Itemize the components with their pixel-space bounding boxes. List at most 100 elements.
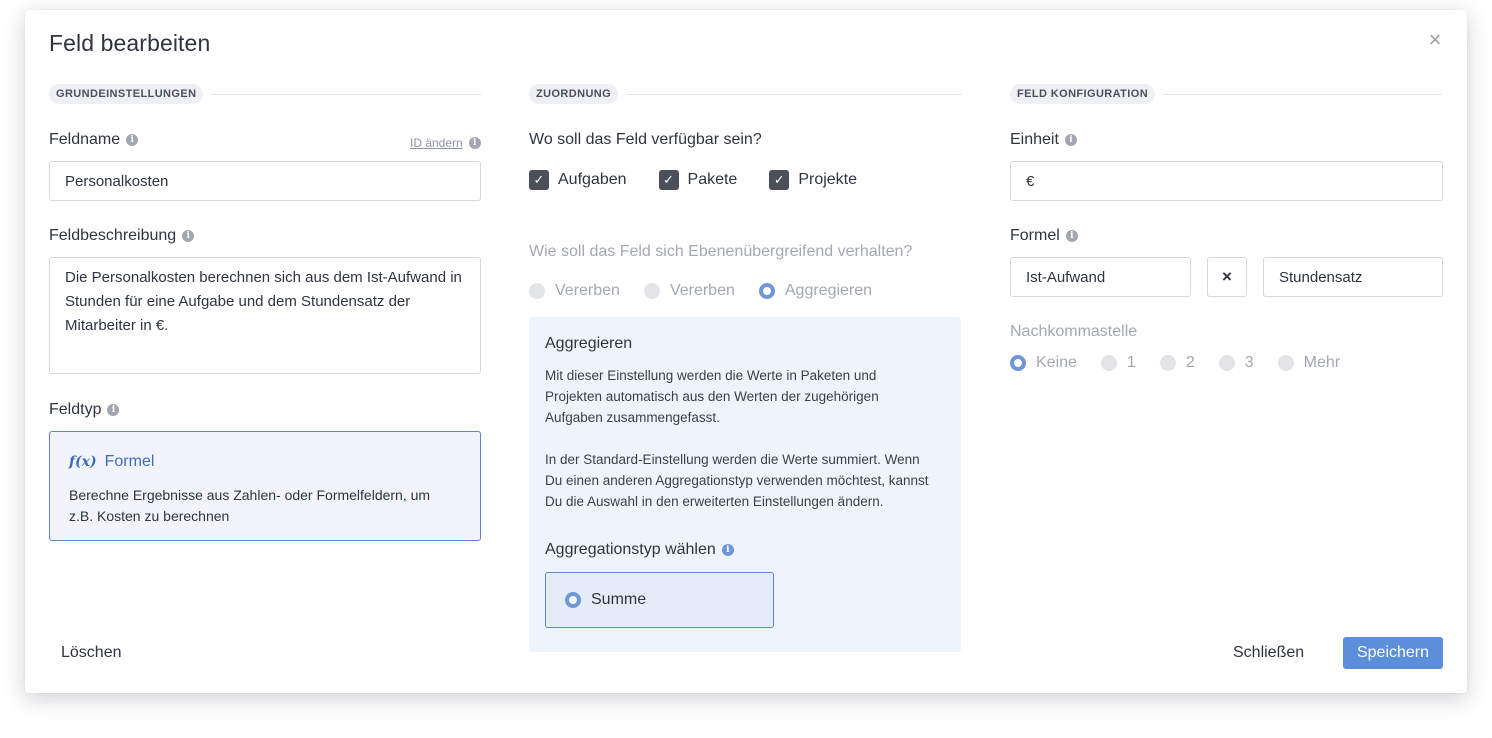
formula-label-text: Formel [1010, 227, 1060, 244]
fieldtype-label-text: Feldtyp [49, 401, 102, 418]
change-id-link[interactable]: ID ändern i [410, 136, 481, 150]
section-basic-settings: GRUNDEINSTELLUNGEN [49, 83, 481, 105]
check-icon[interactable]: ✓ [658, 170, 679, 190]
radio-label: Vererben [555, 282, 620, 299]
edit-field-dialog: Feld bearbeiten × GRUNDEINSTELLUNGEN ZUO… [25, 10, 1467, 693]
aggregate-panel-description: Mit dieser Einstellung werden die Werte … [545, 365, 935, 533]
section-config-label: FELD KONFIGURATION [1010, 84, 1156, 104]
radio-icon[interactable] [529, 283, 545, 299]
section-divider [1163, 93, 1442, 95]
description-label: Feldbeschreibung i [49, 227, 195, 245]
description-label-text: Feldbeschreibung [49, 227, 177, 244]
radio-icon[interactable] [1277, 355, 1294, 371]
decimals-label: Nachkommastelle [1010, 323, 1138, 340]
info-icon[interactable]: i [107, 404, 120, 416]
radio-icon[interactable] [1218, 355, 1235, 371]
radio-decimals-mehr[interactable]: Mehr [1277, 354, 1341, 372]
radio-selected-icon[interactable] [1010, 355, 1026, 371]
radio-label: Mehr [1303, 354, 1341, 371]
radio-vererben-2[interactable]: Vererben [643, 282, 735, 300]
fieldtype-card[interactable]: f(x) Formel Berechne Ergebnisse aus Zahl… [49, 431, 481, 541]
fieldname-input-value: Personalkosten [65, 172, 169, 190]
info-icon[interactable]: i [1065, 230, 1078, 242]
change-id-link-text[interactable]: ID ändern [410, 136, 463, 150]
info-icon[interactable]: i [182, 230, 195, 242]
info-icon[interactable]: i [1064, 134, 1077, 146]
fieldtype-title: f(x) Formel [69, 453, 154, 471]
radio-label: Aggregieren [784, 282, 873, 299]
radio-label: Keine [1036, 354, 1077, 371]
description-textarea[interactable]: Die Personalkosten berechnen sich aus de… [49, 257, 481, 374]
checkbox-projekte[interactable]: ✓ Projekte [769, 170, 857, 190]
checkbox-label: Aufgaben [558, 171, 627, 188]
checkbox-aufgaben[interactable]: ✓ Aufgaben [529, 170, 627, 190]
aggregate-info-panel: Aggregieren Mit dieser Einstellung werde… [529, 317, 961, 652]
section-divider [211, 93, 481, 95]
aggregation-type-label-text: Aggregationstyp wählen [545, 541, 716, 558]
fieldtype-description: Berechne Ergebnisse aus Zahlen- oder For… [69, 487, 431, 524]
formula-right-value: Stundensatz [1279, 268, 1363, 286]
radio-label: Vererben [669, 282, 735, 299]
aggregation-type-label: Aggregationstyp wählen i [545, 541, 734, 559]
section-basic-label: GRUNDEINSTELLUNGEN [49, 84, 204, 104]
fieldname-label: Feldname i [49, 131, 139, 149]
radio-vererben-1[interactable]: Vererben [529, 282, 620, 300]
checkbox-pakete[interactable]: ✓ Pakete [658, 170, 738, 190]
info-icon[interactable]: i [721, 544, 734, 556]
radio-label: 1 [1126, 354, 1136, 371]
radio-decimals-2[interactable]: 2 [1159, 354, 1195, 372]
close-button[interactable]: Schließen [1233, 644, 1304, 662]
formula-label: Formel i [1010, 227, 1078, 245]
formula-right-operand[interactable]: Stundensatz [1263, 257, 1443, 297]
formula-icon: f(x) [69, 454, 97, 470]
radio-selected-icon[interactable] [565, 592, 581, 608]
radio-icon[interactable] [1100, 355, 1117, 371]
aggregation-type-value: Summe [591, 591, 647, 608]
radio-decimals-keine[interactable]: Keine [1010, 354, 1077, 372]
close-icon[interactable]: × [1425, 29, 1445, 51]
fieldname-input[interactable]: Personalkosten [49, 161, 481, 201]
formula-left-operand[interactable]: Ist-Aufwand [1010, 257, 1191, 297]
multiply-operator-button[interactable]: × [1207, 257, 1247, 297]
unit-input-value: € [1026, 172, 1035, 190]
fieldtype-title-text: Formel [104, 453, 155, 470]
radio-aggregieren[interactable]: Aggregieren [758, 282, 873, 300]
section-divider [626, 93, 962, 95]
checkbox-label: Projekte [798, 171, 858, 188]
info-icon[interactable]: i [468, 137, 481, 149]
availability-question: Wo soll das Feld verfügbar sein? [529, 131, 762, 148]
aggregate-paragraph-2: In der Standard-Einstellung werden die W… [545, 452, 929, 509]
check-icon[interactable]: ✓ [529, 170, 549, 190]
aggregation-type-summe[interactable]: Summe [545, 572, 774, 628]
radio-icon[interactable] [1159, 355, 1176, 371]
availability-checkboxes: ✓ Aufgaben ✓ Pakete ✓ Projekte [529, 170, 889, 190]
aggregate-panel-title: Aggregieren [545, 335, 633, 352]
delete-button[interactable]: Löschen [61, 644, 122, 662]
formula-left-value: Ist-Aufwand [1026, 268, 1106, 286]
radio-label: 2 [1185, 354, 1195, 371]
fieldtype-label: Feldtyp i [49, 401, 120, 419]
aggregate-paragraph-1: Mit dieser Einstellung werden die Werte … [545, 368, 879, 425]
description-textarea-value: Die Personalkosten berechnen sich aus de… [65, 269, 462, 334]
unit-label: Einheit i [1010, 131, 1077, 149]
unit-label-text: Einheit [1010, 131, 1059, 148]
save-button[interactable]: Speichern [1343, 637, 1443, 669]
check-icon[interactable]: ✓ [769, 170, 790, 190]
info-icon[interactable]: i [126, 134, 139, 146]
section-field-config: FELD KONFIGURATION [1010, 83, 1442, 105]
decimals-radio-group: Keine 1 2 3 Mehr [1010, 354, 1364, 372]
dialog-title: Feld bearbeiten [49, 30, 211, 56]
fieldname-label-text: Feldname [49, 131, 121, 148]
unit-input[interactable]: € [1010, 161, 1443, 201]
radio-icon[interactable] [643, 283, 660, 299]
radio-label: 3 [1244, 354, 1254, 371]
checkbox-label: Pakete [687, 171, 738, 188]
section-mapping: ZUORDNUNG [529, 83, 962, 105]
multiply-icon: × [1222, 267, 1232, 286]
behavior-question: Wie soll das Feld sich Ebenenübergreifen… [529, 243, 913, 260]
section-mapping-label: ZUORDNUNG [529, 84, 619, 104]
behavior-radio-group: Vererben Vererben Aggregieren [529, 282, 896, 300]
radio-decimals-1[interactable]: 1 [1100, 354, 1136, 372]
radio-decimals-3[interactable]: 3 [1218, 354, 1254, 372]
radio-selected-icon[interactable] [758, 283, 775, 299]
